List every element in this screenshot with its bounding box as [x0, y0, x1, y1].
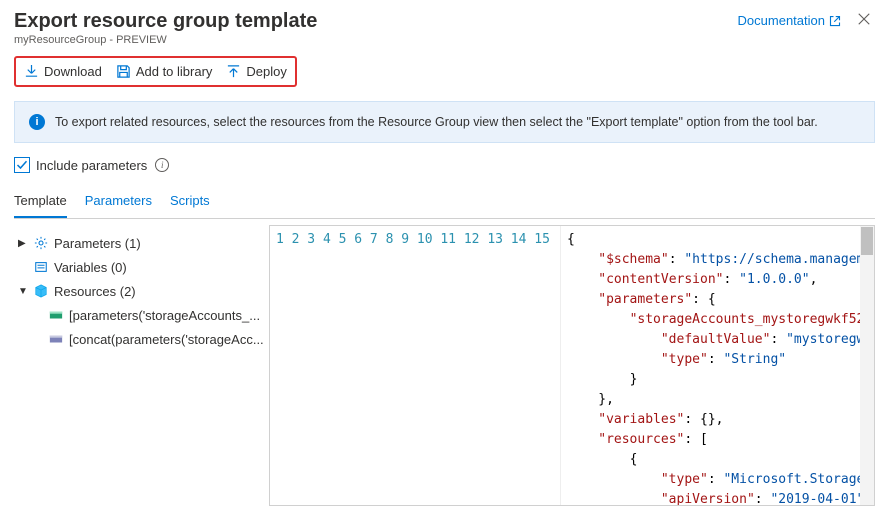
download-button[interactable]: Download: [24, 64, 102, 79]
header: Export resource group template myResourc…: [14, 0, 875, 46]
chevron-right-icon: ▶: [18, 238, 28, 249]
include-parameters-info-icon[interactable]: i: [155, 158, 169, 172]
tree-view: ▶ Parameters (1) Variables (0) ▼ Resourc…: [14, 225, 269, 506]
info-banner: i To export related resources, select th…: [14, 101, 875, 143]
storage-icon: [48, 331, 64, 347]
add-to-library-button[interactable]: Add to library: [116, 64, 213, 79]
variables-icon: [33, 259, 49, 275]
close-button[interactable]: [853, 10, 875, 31]
download-icon: [24, 64, 39, 79]
scrollbar-vertical[interactable]: [860, 226, 874, 505]
checkmark-icon: [16, 159, 28, 171]
gear-icon: [33, 235, 49, 251]
scrollbar-thumb[interactable]: [861, 227, 873, 255]
close-icon: [857, 12, 871, 26]
tab-parameters[interactable]: Parameters: [85, 185, 152, 218]
save-icon: [116, 64, 131, 79]
tab-template[interactable]: Template: [14, 185, 67, 218]
deploy-icon: [226, 64, 241, 79]
include-parameters-label: Include parameters: [36, 158, 147, 173]
page-title: Export resource group template: [14, 10, 317, 33]
tabs: Template Parameters Scripts: [14, 185, 875, 219]
tree-node-resources[interactable]: ▼ Resources (2): [14, 279, 269, 303]
deploy-button[interactable]: Deploy: [226, 64, 286, 79]
chevron-down-icon: ▼: [18, 286, 28, 297]
page-subtitle: myResourceGroup - PREVIEW: [14, 34, 317, 46]
tab-scripts[interactable]: Scripts: [170, 185, 210, 218]
tree-node-parameters[interactable]: ▶ Parameters (1): [14, 231, 269, 255]
tree-node-variables[interactable]: Variables (0): [14, 255, 269, 279]
include-parameters-checkbox[interactable]: [14, 157, 30, 173]
code-content: { "$schema": "https://schema.management.…: [561, 226, 874, 505]
code-editor[interactable]: 1 2 3 4 5 6 7 8 9 10 11 12 13 14 15 { "$…: [269, 225, 875, 506]
storage-icon: [48, 307, 64, 323]
info-icon: i: [29, 114, 45, 130]
cube-icon: [33, 283, 49, 299]
info-text: To export related resources, select the …: [55, 115, 818, 129]
external-link-icon: [829, 15, 841, 27]
toolbar: Download Add to library Deploy: [14, 56, 297, 87]
line-gutter: 1 2 3 4 5 6 7 8 9 10 11 12 13 14 15: [270, 226, 561, 505]
documentation-link[interactable]: Documentation: [738, 13, 841, 28]
tree-node-resource-1[interactable]: [parameters('storageAccounts_...: [14, 303, 269, 327]
tree-node-resource-2[interactable]: [concat(parameters('storageAcc...: [14, 327, 269, 351]
